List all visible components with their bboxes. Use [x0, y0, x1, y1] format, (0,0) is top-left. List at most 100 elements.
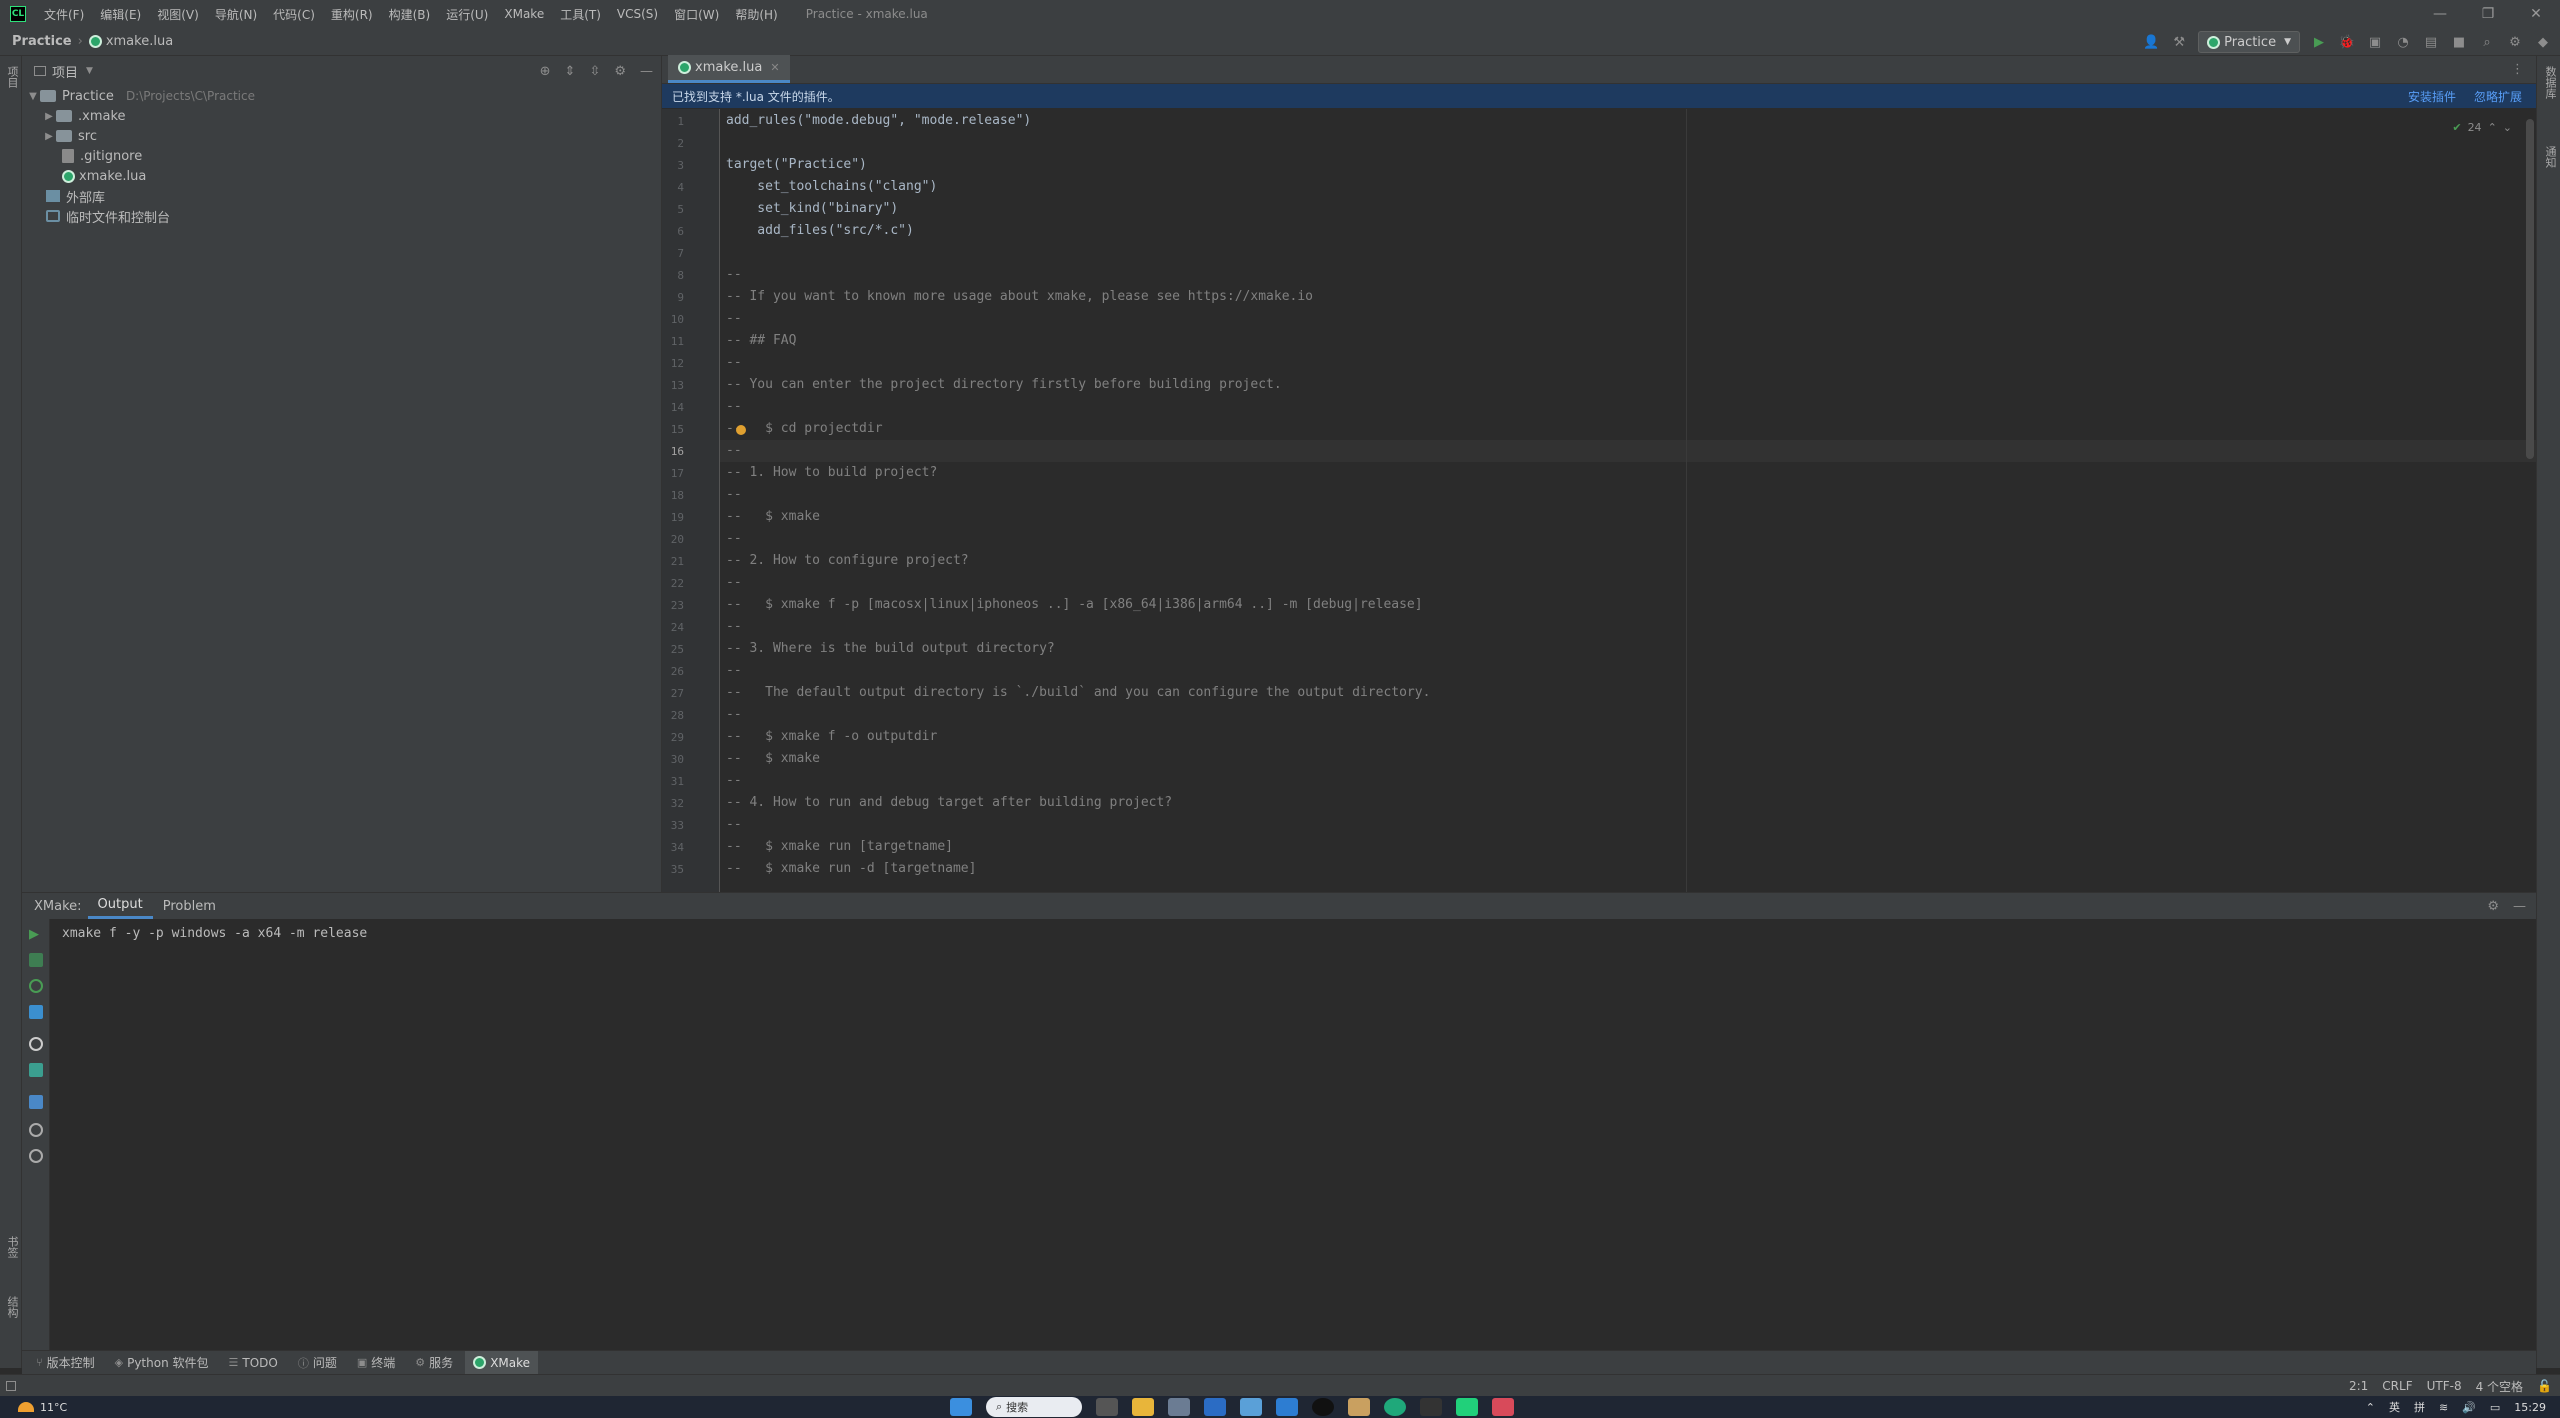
chevron-down-icon[interactable]: ▼: [26, 91, 40, 102]
menu-vcs[interactable]: VCS(S): [609, 7, 666, 21]
chevron-right-icon[interactable]: ▶: [42, 111, 56, 122]
code-line[interactable]: -- $ xmake f -o outputdir: [726, 726, 937, 748]
tree-item-external-libs[interactable]: 外部库: [22, 186, 661, 206]
coverage-icon[interactable]: ▣: [2366, 33, 2384, 51]
project-tool-button[interactable]: 项目: [4, 66, 20, 88]
more-icon[interactable]: ⋮: [2511, 62, 2524, 77]
code-line[interactable]: -- $ cd projectdir: [726, 418, 883, 440]
layout-icon[interactable]: [6, 1380, 16, 1391]
debug-icon[interactable]: 🐞: [2338, 33, 2356, 51]
battery-icon[interactable]: ▭: [2490, 1401, 2500, 1414]
chevron-up-icon[interactable]: ⌃: [2488, 121, 2497, 134]
run-config-selector[interactable]: Practice ▼: [2198, 31, 2300, 53]
close-tab-icon[interactable]: ✕: [770, 61, 779, 74]
menu-help[interactable]: 帮助(H): [727, 6, 785, 23]
file-explorer-icon[interactable]: [1132, 1398, 1154, 1416]
lightbulb-icon[interactable]: [736, 425, 746, 435]
code-line[interactable]: -- $ xmake run -d [targetname]: [726, 858, 976, 880]
reload-icon[interactable]: [29, 1149, 43, 1163]
settings-app-icon[interactable]: [1168, 1398, 1190, 1416]
run-icon[interactable]: ▶: [29, 927, 43, 942]
menu-file[interactable]: 文件(F): [36, 6, 92, 23]
code-line[interactable]: --: [726, 264, 742, 286]
hammer-icon[interactable]: ⚒: [2170, 33, 2188, 51]
code-area[interactable]: 1 2 3 4 5 6 7 8 9 10 11 12 13 14 15 16 17 18 19 20 21 22 23 24 2…: [662, 109, 2536, 892]
output-console[interactable]: xmake f -y -p windows -a x64 -m release: [62, 926, 367, 941]
chevron-down-icon[interactable]: ▼: [86, 66, 93, 76]
code-line[interactable]: --: [726, 484, 742, 506]
code-line[interactable]: --: [726, 308, 742, 330]
breadcrumb-file[interactable]: xmake.lua: [88, 34, 173, 49]
user-icon[interactable]: 👤: [2142, 33, 2160, 51]
inspection-widget[interactable]: ✔ 24 ⌃ ⌄: [2452, 121, 2512, 134]
tool-tab-services[interactable]: ⚙ 服务: [407, 1351, 461, 1375]
locate-icon[interactable]: ⊕: [540, 64, 551, 79]
terminal-app-icon[interactable]: [1420, 1398, 1442, 1416]
refresh-icon[interactable]: [29, 1123, 43, 1137]
code-line[interactable]: -- $ xmake run [targetname]: [726, 836, 953, 858]
app-icon[interactable]: [1492, 1398, 1514, 1416]
restore-icon[interactable]: ❐: [2464, 0, 2512, 28]
task-view-icon[interactable]: [1096, 1398, 1118, 1416]
jetbrains-ai-icon[interactable]: ◆: [2534, 33, 2552, 51]
chevron-up-icon[interactable]: ⌃: [2366, 1401, 2375, 1414]
tool-tab-xmake[interactable]: XMake: [465, 1350, 539, 1375]
code-line[interactable]: -- If you want to known more usage about…: [726, 286, 1313, 308]
globe-icon[interactable]: [29, 1037, 43, 1051]
clean-icon[interactable]: [29, 1005, 43, 1019]
tool-tab-terminal[interactable]: ▣ 终端: [349, 1351, 403, 1375]
code-line[interactable]: target("Practice"): [726, 154, 867, 176]
collapse-all-icon[interactable]: ⇳: [589, 64, 600, 79]
code-line[interactable]: -- 1. How to build project?: [726, 462, 937, 484]
menu-build[interactable]: 构建(B): [381, 6, 439, 23]
code-line[interactable]: add_files("src/*.c"): [726, 220, 914, 242]
code-line[interactable]: --: [726, 704, 742, 726]
tree-item-gitignore[interactable]: .gitignore: [22, 146, 661, 166]
gear-icon[interactable]: ⚙: [2487, 899, 2499, 914]
photos-icon[interactable]: [1240, 1398, 1262, 1416]
code-line[interactable]: --: [726, 352, 742, 374]
tree-item-scratches[interactable]: 临时文件和控制台: [22, 206, 661, 226]
tree-root[interactable]: ▼ Practice D:\Projects\C\Practice: [22, 86, 661, 106]
menu-tools[interactable]: 工具(T): [552, 6, 609, 23]
rebuild-icon[interactable]: [29, 979, 43, 993]
start-icon[interactable]: [950, 1398, 972, 1416]
package-icon[interactable]: [29, 1063, 43, 1077]
code-line[interactable]: --: [726, 396, 742, 418]
code-line[interactable]: -- $ xmake: [726, 506, 820, 528]
code-line[interactable]: -- 2. How to configure project?: [726, 550, 969, 572]
code-line[interactable]: --: [726, 660, 742, 682]
menu-edit[interactable]: 编辑(E): [92, 6, 149, 23]
weather-widget[interactable]: 11°C: [18, 1401, 67, 1414]
menu-refactor[interactable]: 重构(R): [323, 6, 381, 23]
caret-position[interactable]: 2:1: [2349, 1379, 2368, 1393]
structure-tool-button[interactable]: 结构: [4, 1296, 20, 1318]
hide-icon[interactable]: —: [640, 64, 653, 79]
menu-window[interactable]: 窗口(W): [666, 6, 727, 23]
taskbar-search[interactable]: ⌕ 搜索: [986, 1397, 1082, 1417]
project-panel-title[interactable]: 项目: [52, 62, 78, 81]
tab-output[interactable]: Output: [87, 893, 153, 919]
code-line[interactable]: --: [726, 770, 742, 792]
bookmarks-tool-button[interactable]: 书签: [4, 1236, 20, 1258]
wrench-icon[interactable]: [29, 1095, 43, 1109]
ignore-extension-link[interactable]: 忽略扩展: [2474, 88, 2522, 105]
breadcrumb-project[interactable]: Practice: [12, 34, 72, 49]
code-line[interactable]: --: [726, 814, 742, 836]
tree-item-xmake-lua[interactable]: xmake.lua: [22, 166, 661, 186]
tree-item-src-folder[interactable]: ▶ src: [22, 126, 661, 146]
code-line[interactable]: set_kind("binary"): [726, 198, 898, 220]
lock-icon[interactable]: 🔓: [2537, 1379, 2552, 1393]
tool-tab-problems[interactable]: ⓘ 问题: [290, 1351, 345, 1375]
tool-tab-vcs[interactable]: ⑂ 版本控制: [28, 1351, 103, 1375]
tool-tab-todo[interactable]: ☰ TODO: [221, 1351, 286, 1375]
code-line[interactable]: --: [726, 440, 742, 462]
menu-view[interactable]: 视图(V): [149, 6, 207, 23]
chevron-right-icon[interactable]: ▶: [42, 131, 56, 142]
clock[interactable]: 15:29: [2514, 1401, 2546, 1414]
file-encoding[interactable]: UTF-8: [2427, 1379, 2462, 1393]
close-icon[interactable]: ✕: [2512, 0, 2560, 28]
search-icon[interactable]: ⌕: [2478, 33, 2496, 51]
stop-icon[interactable]: ■: [2450, 33, 2468, 51]
database-tool-button[interactable]: 数据库: [2542, 66, 2558, 99]
